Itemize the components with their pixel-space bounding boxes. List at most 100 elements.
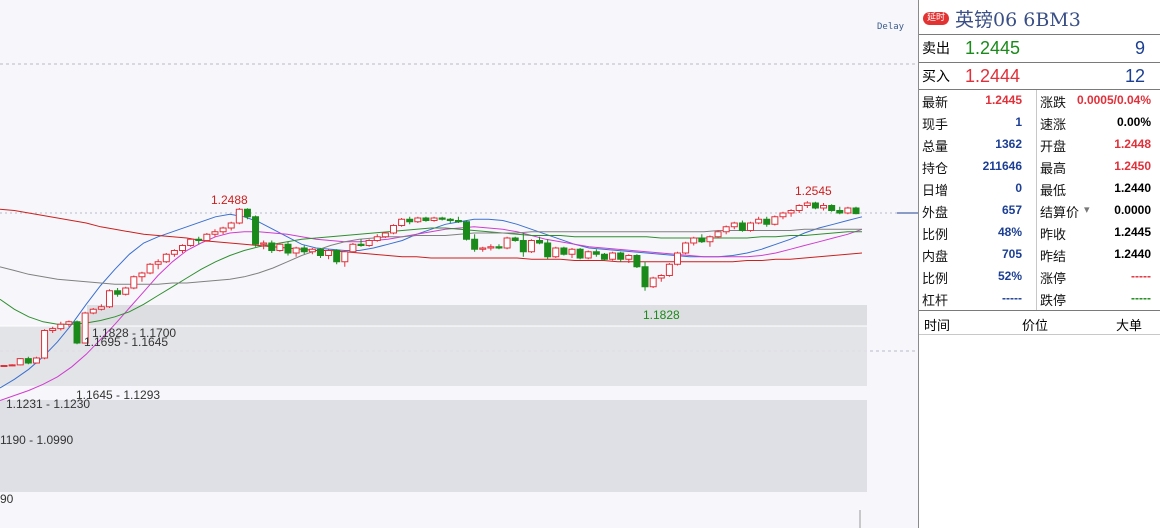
quote-stat-value: 1.2445: [1114, 225, 1151, 239]
candle-body: [219, 227, 227, 233]
candle-body: [438, 217, 446, 220]
low-annotation: 1.1828: [643, 308, 680, 322]
candle-body: [73, 321, 81, 344]
quote-stat-value: 1.2448: [1114, 137, 1151, 151]
quote-stat-label: 日增: [922, 184, 949, 199]
candle-body: [398, 218, 406, 226]
quote-stat-label: 比例: [922, 272, 949, 287]
candle-body: [617, 252, 625, 260]
quote-title-row: 延时 英镑06 6BM3: [919, 0, 1162, 36]
candle-body: [584, 251, 592, 259]
candle-body: [763, 218, 771, 225]
quote-stat-value: -----: [1002, 291, 1022, 305]
candle-body: [316, 248, 324, 256]
ask-volume: 9: [1134, 37, 1145, 58]
quote-panel: 延时 英镑06 6BM3 卖出 1.2445 9 买入 1.2444 12 最新…: [918, 0, 1162, 528]
bid-row[interactable]: 买入 1.2444 12: [919, 62, 1160, 90]
candle-body: [641, 266, 649, 288]
quote-stat-label: 跌停: [1040, 294, 1067, 309]
quote-stat-label: 最高: [1040, 162, 1067, 177]
candle-body: [690, 237, 698, 244]
quote-stat-value: 1: [1015, 115, 1022, 129]
candle-body: [114, 290, 122, 295]
candle-body: [844, 207, 852, 214]
candle-body: [333, 250, 341, 263]
candle-body: [576, 248, 584, 259]
candle-body: [836, 210, 844, 214]
price-zone: [87, 305, 867, 326]
ask-row[interactable]: 卖出 1.2445 9: [919, 34, 1160, 62]
candle-body: [105, 290, 113, 308]
candle-body: [706, 236, 714, 243]
quote-row: 最新 1.2445 涨跌 0.0005/0.04%: [919, 90, 1160, 112]
candle-body: [211, 231, 219, 235]
candle-body: [41, 330, 49, 359]
candle-body: [0, 365, 8, 367]
candle-body: [365, 240, 373, 246]
quote-stat-value: 1.2440: [1114, 181, 1151, 195]
candle-body: [446, 218, 454, 221]
candle-body: [146, 263, 154, 274]
candle-body: [292, 247, 300, 254]
delay-label: Delay: [877, 22, 905, 32]
trades-price-header: 价位: [1022, 319, 1049, 334]
quote-stat-value: 0.0005/0.04%: [1076, 93, 1151, 107]
quote-stat-label: 最新: [922, 96, 949, 111]
candle-body: [755, 218, 763, 224]
candle-body: [16, 358, 24, 366]
candle-body: [747, 222, 755, 231]
candle-body: [284, 243, 292, 254]
candle-body: [97, 306, 105, 310]
candle-body: [560, 247, 568, 255]
bid-label: 买入: [922, 69, 950, 85]
candle-body: [276, 243, 284, 251]
trades-header: 时间 价位 大单: [919, 314, 1160, 334]
candle-body: [49, 328, 57, 331]
candle-body: [170, 250, 178, 255]
quote-stat-value: 657: [1001, 203, 1022, 217]
quote-stat-value: 0: [1015, 181, 1022, 195]
candle-body: [422, 217, 430, 221]
candle-body: [495, 246, 503, 249]
candle-body: [381, 232, 389, 238]
candle-body: [665, 263, 673, 276]
candle-body: [389, 225, 397, 234]
candle-body: [779, 212, 787, 218]
candle-body: [657, 275, 665, 279]
candle-body: [673, 252, 681, 265]
candle-body: [682, 242, 690, 254]
candle-body: [8, 364, 16, 367]
candle-body: [32, 357, 40, 364]
candle-body: [609, 252, 617, 260]
candlestick-chart[interactable]: Delay 1.1828 - 1.1700 1.1695 - 1.1645 1.…: [0, 0, 918, 528]
candle-body: [487, 246, 495, 249]
candle-body: [795, 205, 803, 211]
quote-row: 日增 0 最低 1.2440: [919, 178, 1160, 200]
candle-body: [122, 287, 130, 295]
trades-time-header: 时间: [924, 319, 951, 334]
quote-stat-label: 比例: [922, 228, 949, 243]
symbol-title: 英镑06 6BM3: [955, 8, 1081, 31]
candle-body: [787, 210, 795, 214]
candle-body: [471, 238, 479, 250]
quote-stat-label: 外盘: [922, 206, 949, 221]
ask-price: 1.2445: [965, 37, 1021, 58]
candle-body: [154, 261, 162, 265]
zone-label: 1190 - 1.0990: [0, 433, 74, 447]
high-annotation: 1.2545: [795, 184, 832, 198]
zone-label: 1.1695 - 1.1645: [84, 335, 169, 349]
candle-body: [260, 242, 268, 245]
divider: [919, 310, 1160, 311]
candle-body: [57, 323, 65, 330]
candle-body: [235, 208, 243, 224]
candle-body: [179, 245, 187, 251]
dropdown-caret-icon[interactable]: ▾: [1084, 203, 1090, 216]
candle-body: [592, 251, 600, 255]
quote-stat-label: 现手: [922, 118, 949, 133]
candle-body: [544, 242, 552, 258]
candle-body: [414, 217, 422, 223]
candle-body: [649, 277, 657, 288]
candle-body: [730, 222, 738, 228]
candle-body: [373, 236, 381, 241]
bid-volume: 12: [1124, 65, 1145, 86]
